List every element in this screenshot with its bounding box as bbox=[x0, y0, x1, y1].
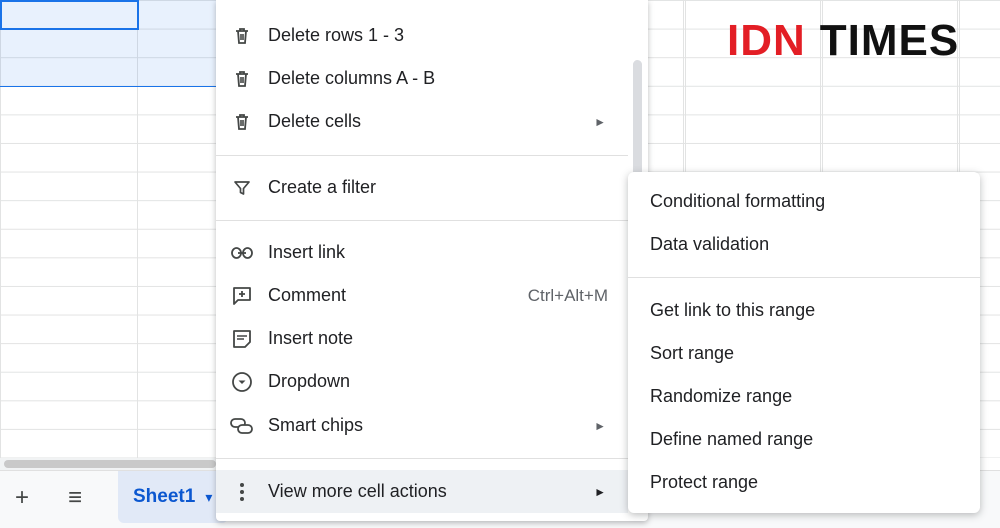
menu-item-create-filter[interactable]: Create a filter bbox=[216, 166, 628, 209]
submenu-item-define-named-range[interactable]: Define named range bbox=[628, 418, 980, 461]
link-icon bbox=[216, 246, 268, 260]
submenu-item-label: Protect range bbox=[650, 472, 759, 492]
menu-item-view-more-cell-actions[interactable]: View more cell actions ► bbox=[216, 470, 628, 513]
submenu-item-label: Sort range bbox=[650, 343, 735, 363]
submenu-item-label: Define named range bbox=[650, 429, 814, 449]
menu-icon: ≡ bbox=[67, 484, 82, 511]
menu-item-delete-columns[interactable]: Delete columns A - B bbox=[216, 57, 628, 100]
trash-icon bbox=[216, 27, 268, 45]
dropdown-icon bbox=[216, 371, 268, 393]
menu-item-label: Create a filter bbox=[268, 177, 377, 197]
submenu-arrow-icon: ► bbox=[594, 114, 606, 129]
submenu-item-label: Data validation bbox=[650, 234, 770, 254]
add-sheet-button[interactable]: + bbox=[7, 483, 37, 513]
trash-icon bbox=[216, 113, 268, 131]
submenu-arrow-icon: ► bbox=[594, 484, 606, 499]
more-vert-icon bbox=[216, 482, 268, 502]
menu-item-delete-rows[interactable]: Delete rows 1 - 3 bbox=[216, 14, 628, 57]
menu-separator bbox=[216, 458, 628, 459]
menu-separator bbox=[216, 155, 628, 156]
menu-item-delete-cells[interactable]: Delete cells ► bbox=[216, 100, 628, 143]
submenu-item-sort-range[interactable]: Sort range bbox=[628, 332, 980, 375]
submenu-more-cell-actions: Conditional formatting Data validation G… bbox=[628, 172, 980, 513]
logo-part-times: TIMES bbox=[819, 16, 960, 65]
add-comment-icon bbox=[216, 286, 268, 306]
menu-item-label: Dropdown bbox=[268, 371, 351, 391]
menu-item-comment[interactable]: Comment Ctrl+Alt+M bbox=[216, 274, 628, 317]
sheet-tab-label: Sheet1 bbox=[133, 486, 196, 507]
smart-chip-icon bbox=[216, 417, 268, 435]
chevron-down-icon[interactable]: ▾ bbox=[205, 489, 212, 506]
submenu-item-get-link[interactable]: Get link to this range bbox=[628, 289, 980, 332]
keyboard-shortcut: Ctrl+Alt+M bbox=[527, 285, 608, 305]
submenu-item-label: Get link to this range bbox=[650, 300, 816, 320]
scrollbar-thumb[interactable] bbox=[4, 460, 216, 468]
menu-item-label: Smart chips bbox=[268, 415, 364, 435]
submenu-item-randomize-range[interactable]: Randomize range bbox=[628, 375, 980, 418]
logo-part-idn: IDN bbox=[727, 16, 806, 65]
menu-item-label: Delete columns A - B bbox=[268, 68, 436, 88]
idn-times-logo: IDN TIMES bbox=[727, 14, 959, 68]
menu-item-label: Insert note bbox=[268, 328, 354, 348]
menu-item-label: Delete cells bbox=[268, 111, 362, 131]
submenu-arrow-icon: ► bbox=[594, 418, 606, 433]
menu-item-dropdown[interactable]: Dropdown bbox=[216, 360, 628, 403]
plus-icon: + bbox=[14, 484, 29, 511]
submenu-item-protect-range[interactable]: Protect range bbox=[628, 461, 980, 504]
menu-item-label: Delete rows 1 - 3 bbox=[268, 25, 405, 45]
submenu-item-data-validation[interactable]: Data validation bbox=[628, 223, 980, 266]
menu-separator bbox=[216, 220, 628, 221]
menu-item-insert-link[interactable]: Insert link bbox=[216, 231, 628, 274]
menu-item-smart-chips[interactable]: Smart chips ► bbox=[216, 404, 628, 447]
horizontal-scrollbar[interactable] bbox=[0, 458, 216, 470]
all-sheets-button[interactable]: ≡ bbox=[60, 483, 90, 513]
active-cell[interactable] bbox=[0, 0, 139, 30]
submenu-item-label: Conditional formatting bbox=[650, 191, 826, 211]
menu-item-label: View more cell actions bbox=[268, 481, 447, 501]
note-icon bbox=[216, 329, 268, 349]
context-menu: Delete rows 1 - 3 Delete columns A - B D… bbox=[216, 0, 648, 521]
menu-item-insert-note[interactable]: Insert note bbox=[216, 317, 628, 360]
submenu-item-label: Randomize range bbox=[650, 386, 793, 406]
menu-item-label: Comment bbox=[268, 285, 347, 305]
submenu-item-conditional-formatting[interactable]: Conditional formatting bbox=[628, 180, 980, 223]
sheet-tab-sheet1[interactable]: Sheet1 ▾ bbox=[118, 471, 228, 523]
submenu-separator bbox=[628, 277, 980, 278]
filter-icon bbox=[216, 179, 268, 197]
menu-item-label: Insert link bbox=[268, 242, 346, 262]
trash-icon bbox=[216, 70, 268, 88]
